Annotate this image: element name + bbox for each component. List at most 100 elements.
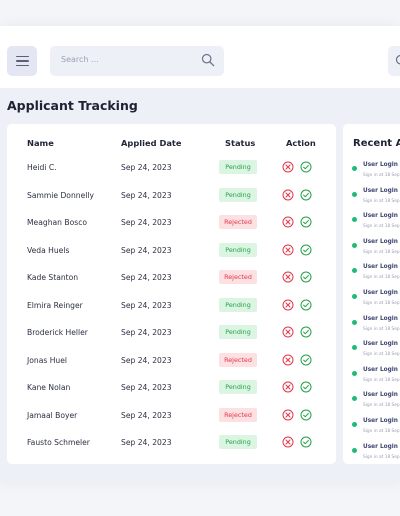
approve-check-circle-icon[interactable] xyxy=(300,189,312,201)
table-row: Broderick Heller Sep 24, 2023 Pending xyxy=(7,319,336,346)
approve-check-circle-icon[interactable] xyxy=(300,216,312,228)
table-row: Veda Huels Sep 24, 2023 Pending xyxy=(7,237,336,264)
approve-check-circle-icon[interactable] xyxy=(300,409,312,421)
table-row: Kane Nolan Sep 24, 2023 Pending xyxy=(7,374,336,401)
reject-x-circle-icon[interactable] xyxy=(282,299,294,311)
activity-subtitle: Sign in at 18 Sep 2 xyxy=(363,224,400,230)
reject-x-circle-icon[interactable] xyxy=(282,381,294,393)
activity-subtitle: Sign in at 18 Sep 2 xyxy=(363,429,400,434)
activity-status-dot xyxy=(352,345,357,351)
search-button-right[interactable] xyxy=(388,46,400,76)
table-row: Jonas Huel Sep 24, 2023 Rejected xyxy=(7,347,336,374)
activity-item[interactable]: User Login Ac Sign in at 18 Sep 2 xyxy=(343,365,400,391)
activity-item[interactable]: User Login Ac Sign in at 18 Sep 2 xyxy=(343,186,400,212)
activity-status-dot xyxy=(352,242,357,248)
activity-status-dot xyxy=(352,396,357,402)
status-badge: Pending xyxy=(219,242,257,257)
search-placeholder: Search ... xyxy=(61,55,99,64)
activity-item[interactable]: User Login Ac Sign in at 18 Sep 2 xyxy=(343,390,400,416)
reject-x-circle-icon[interactable] xyxy=(282,354,294,366)
reject-x-circle-icon[interactable] xyxy=(282,326,294,338)
table-row: Jamaal Boyer Sep 24, 2023 Rejected xyxy=(7,402,336,429)
activity-status-dot xyxy=(352,447,357,453)
reject-x-circle-icon[interactable] xyxy=(282,216,294,228)
activity-status-dot xyxy=(352,191,357,197)
status-badge: Rejected xyxy=(219,215,257,229)
applicant-name: Fausto Schmeler xyxy=(27,438,90,447)
top-bar: Search ... xyxy=(0,26,400,88)
table-row: Kade Stanton Sep 24, 2023 Rejected xyxy=(7,264,336,291)
activity-item[interactable]: User Login Ac Sign in at 18 Sep 2 xyxy=(343,237,400,263)
activity-item[interactable]: User Login Ac Sign in at 18 Sep 2 xyxy=(343,416,400,442)
activity-item[interactable]: User Login Ac Sign in at 18 Sep 2 xyxy=(343,262,400,288)
menu-button[interactable] xyxy=(7,46,37,76)
approve-check-circle-icon[interactable] xyxy=(300,326,312,338)
reject-x-circle-icon[interactable] xyxy=(282,189,294,201)
approve-check-circle-icon[interactable] xyxy=(300,381,312,393)
column-header-name: Name xyxy=(27,138,54,148)
activity-status-dot xyxy=(352,268,357,274)
applied-date: Sep 24, 2023 xyxy=(121,245,172,255)
activity-item[interactable]: User Login Ac Sign in at 18 Sep 2 xyxy=(343,339,400,365)
applied-date: Sep 24, 2023 xyxy=(121,383,172,392)
applicant-table-card: Name Applied Date Status Action Heidi C.… xyxy=(7,124,336,464)
table-row: Elmira Reinger Sep 24, 2023 Pending xyxy=(7,292,336,319)
approve-check-circle-icon[interactable] xyxy=(300,299,312,311)
reject-x-circle-icon[interactable] xyxy=(282,271,294,283)
table-row: Sammie Donnelly Sep 24, 2023 Pending xyxy=(7,182,336,209)
recent-activity-panel: Recent A User Login Ac Sign in at 18 Sep … xyxy=(343,124,400,464)
hamburger-menu-icon xyxy=(15,55,29,58)
approve-check-circle-icon[interactable] xyxy=(300,436,312,448)
activity-item[interactable]: User Login Ac Sign in at 18 Sep 2 xyxy=(343,288,400,314)
applicant-name: Sammie Donnelly xyxy=(27,190,94,200)
search-input[interactable]: Search ... xyxy=(50,46,224,76)
applied-date: Sep 24, 2023 xyxy=(121,328,172,337)
activity-subtitle: Sign in at 18 Sep 2 xyxy=(363,403,400,409)
activity-title: User Login Ac xyxy=(363,366,400,373)
activity-item[interactable]: User Login Ac Sign in at 18 Sep 2 xyxy=(343,314,400,340)
status-badge: Pending xyxy=(219,325,257,339)
reject-x-circle-icon[interactable] xyxy=(282,409,294,421)
activity-subtitle: Sign in at 18 Sep 2 xyxy=(363,275,400,281)
applicant-name: Jamaal Boyer xyxy=(27,410,78,420)
applied-date: Sep 24, 2023 xyxy=(121,190,172,200)
status-badge: Rejected xyxy=(219,270,257,284)
activity-status-dot xyxy=(352,166,357,171)
table-row: Meaghan Bosco Sep 24, 2023 Rejected xyxy=(7,209,336,236)
activity-title: User Login Ac xyxy=(363,213,400,220)
applicant-name: Elmira Reinger xyxy=(27,300,83,310)
applied-date: Sep 24, 2023 xyxy=(121,273,172,282)
activity-title: User Login Ac xyxy=(363,392,400,399)
applied-date: Sep 24, 2023 xyxy=(121,438,172,447)
reject-x-circle-icon[interactable] xyxy=(282,244,294,256)
approve-check-circle-icon[interactable] xyxy=(300,354,312,366)
activity-title: User Login Ac xyxy=(363,443,400,450)
approve-check-circle-icon[interactable] xyxy=(300,271,312,283)
applicant-name: Meaghan Bosco xyxy=(27,218,88,227)
activity-item[interactable]: User Login Ac Sign in at 18 Sep 2 xyxy=(343,442,400,468)
activity-title: User Login Ac xyxy=(363,341,400,348)
column-header-action: Action xyxy=(286,138,316,148)
applied-date: Sep 24, 2023 xyxy=(121,410,172,420)
table-row: Heidi C. Sep 24, 2023 Pending xyxy=(7,154,336,181)
search-icon[interactable] xyxy=(201,53,215,67)
activity-item[interactable]: User Login Ac Sign in at 18 Sep 2 xyxy=(343,160,400,186)
applied-date: Sep 24, 2023 xyxy=(121,300,172,310)
activity-item[interactable]: User Login Ac Sign in at 18 Sep 2 xyxy=(343,211,400,237)
activity-subtitle: Sign in at 18 Sep 2 xyxy=(363,454,400,460)
applicant-name: Kade Stanton xyxy=(27,273,79,282)
page-title: Applicant Tracking xyxy=(7,98,138,113)
applicant-name: Kane Nolan xyxy=(27,383,71,392)
approve-check-circle-icon[interactable] xyxy=(300,244,312,256)
status-badge: Pending xyxy=(219,435,257,449)
approve-check-circle-icon[interactable] xyxy=(300,161,312,173)
applicant-name: Jonas Huel xyxy=(27,355,68,365)
recent-activity-title: Recent A xyxy=(353,138,400,149)
reject-x-circle-icon[interactable] xyxy=(282,436,294,448)
activity-status-dot xyxy=(352,370,357,376)
applicant-name: Heidi C. xyxy=(27,163,57,172)
status-badge: Pending xyxy=(219,380,257,394)
reject-x-circle-icon[interactable] xyxy=(282,161,294,173)
activity-subtitle: Sign in at 18 Sep 2 xyxy=(363,352,400,358)
activity-subtitle: Sign in at 18 Sep 2 xyxy=(363,249,400,255)
